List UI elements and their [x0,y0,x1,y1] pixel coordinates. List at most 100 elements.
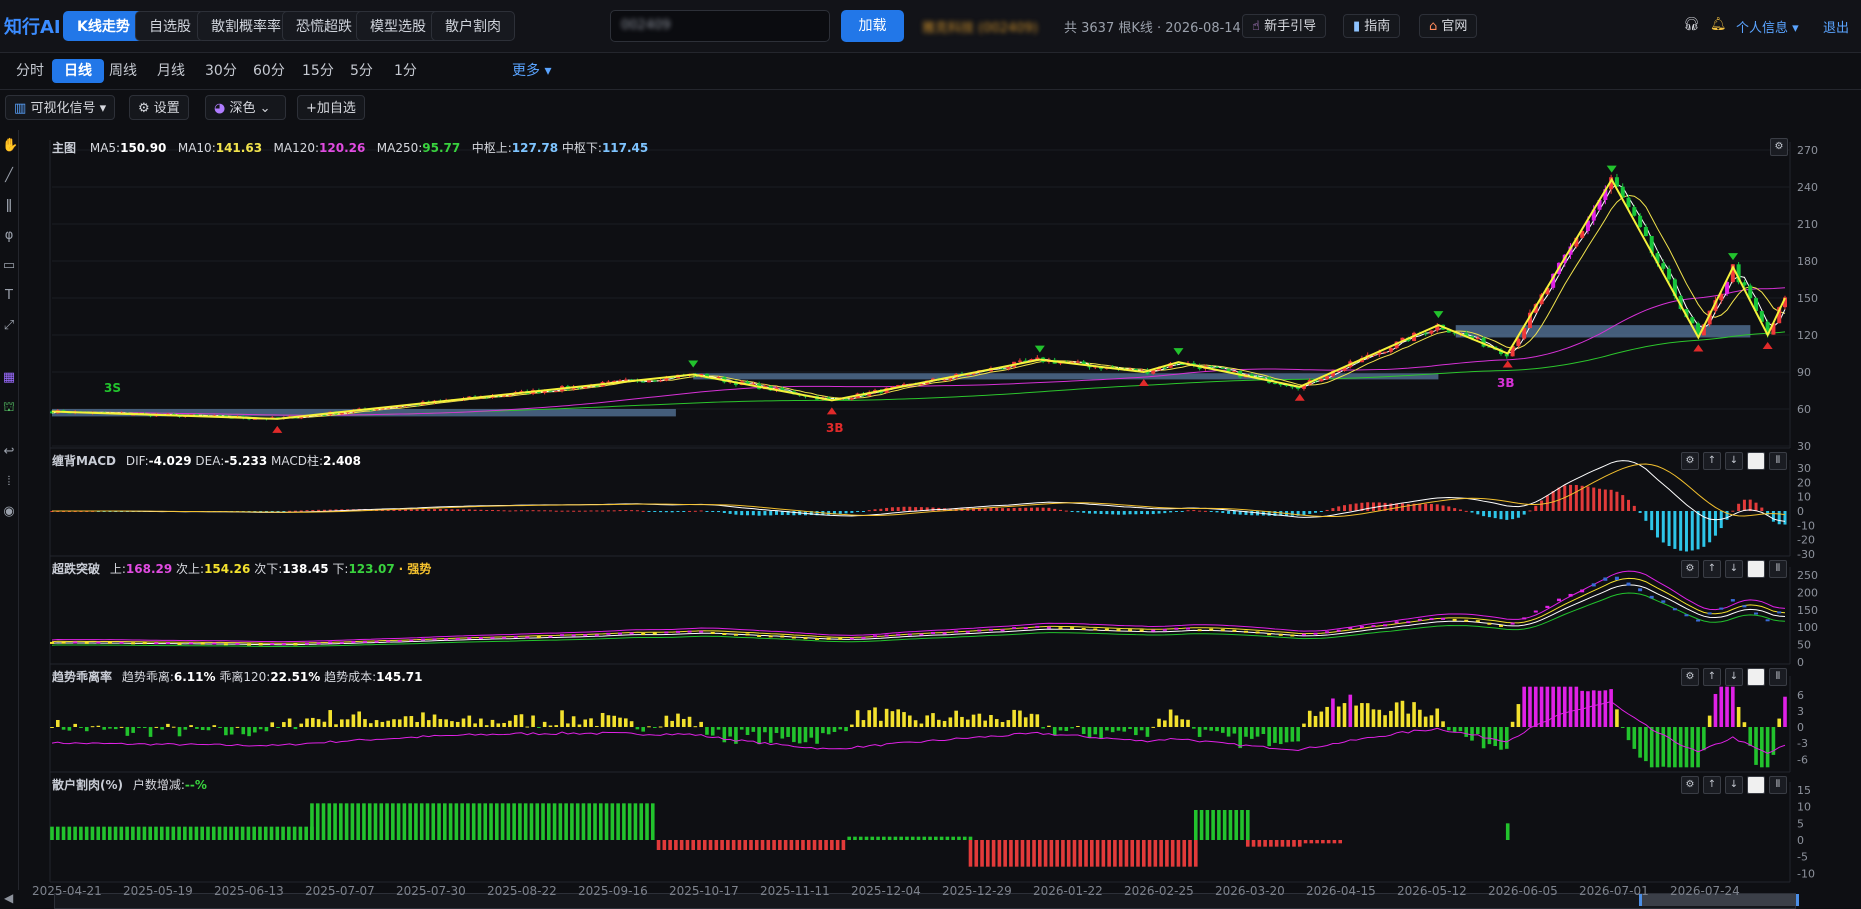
maximize-icon[interactable] [1747,668,1765,686]
close-panel-icon[interactable]: ⦀ [1769,776,1787,794]
bias-bar [415,721,419,727]
breakout-candle [733,633,738,636]
macd-histogram-bar [1035,507,1039,511]
retail-bar [1280,840,1285,847]
retail-bar [1020,840,1025,867]
y-tick-label: 200 [1797,586,1818,599]
retail-bar [61,826,66,840]
bias-bar [218,727,222,728]
breakout-candle [1035,625,1040,628]
move-up-icon[interactable]: ↑ [1703,668,1721,686]
buy-signal-marker [1693,344,1704,352]
bias-bar [1296,727,1300,742]
bias-bar [1528,686,1532,727]
bias-bar [844,727,848,732]
move-down-icon[interactable]: ↓ [1725,668,1743,686]
retail-bar [986,840,990,867]
bias-bar [768,727,773,743]
breakout-candle [803,637,808,640]
y-tick-label: 3 [1797,705,1804,718]
gear-icon[interactable]: ⚙ [1681,452,1699,470]
macd-histogram-bar [1319,511,1323,512]
move-down-icon[interactable]: ↓ [1725,776,1743,794]
bias-bar [334,724,338,727]
breakout-candle [212,642,217,645]
breakout-candle [432,638,437,641]
macd-histogram-bar [1059,509,1063,511]
macd-histogram-bar [612,510,616,512]
candle-body [1632,207,1637,216]
candle-body [1661,263,1666,269]
breakout-candle [896,633,901,636]
x-axis-date: 2025-11-11 [760,884,830,898]
maximize-icon[interactable] [1747,776,1765,794]
retail-bar [968,836,973,840]
gear-icon[interactable]: ⚙ [1681,776,1699,794]
macd-histogram-bar [635,510,639,512]
bias-bar [363,719,367,727]
breakout-candle [884,634,889,637]
move-down-icon[interactable]: ↓ [1725,560,1743,578]
maximize-icon[interactable] [1747,452,1765,470]
move-up-icon[interactable]: ↑ [1703,560,1721,578]
bias-bar [224,727,228,736]
bias-bar [305,718,309,727]
gear-icon[interactable]: ⚙ [1681,668,1699,686]
macd-histogram-bar [404,509,408,511]
x-axis-date: 2025-09-16 [578,884,648,898]
y-tick-label: 150 [1797,604,1818,617]
bias-bar [1134,727,1138,736]
retail-bar [541,803,545,840]
candle-body [1272,382,1277,384]
macd-histogram-bar [1325,509,1329,511]
retail-bar [1009,840,1013,867]
retail-bar [1141,840,1146,867]
macd-histogram-bar [525,510,529,512]
bias-bar [571,716,576,727]
bias-bar [560,710,564,727]
close-panel-icon[interactable]: ⦀ [1769,668,1787,686]
macd-histogram-bar [647,511,651,512]
retail-bar [945,836,950,840]
second-upper-line [51,577,1786,644]
macd-histogram-bar [1609,489,1613,511]
bias-bar [664,715,669,727]
bias-bar [1012,709,1016,727]
breakout-candle [1603,577,1608,581]
bias-bar [374,720,379,727]
move-down-icon[interactable]: ↓ [1725,452,1743,470]
ma10-value: 141.63 [215,141,263,155]
macd-histogram-bar [1250,511,1254,516]
retail-bar [298,826,303,840]
bias-bar [166,723,170,727]
bias-bar [1290,727,1295,742]
main-panel-settings-button[interactable]: ⚙ [1770,138,1788,156]
move-up-icon[interactable]: ↑ [1703,776,1721,794]
close-panel-icon[interactable]: ⦀ [1769,452,1787,470]
macd-histogram-bar [531,510,535,512]
scroll-left-icon[interactable]: ◀ [4,891,13,905]
bias-bar [513,715,518,727]
dif-value: -4.029 [148,454,192,468]
x-axis-date: 2025-12-04 [851,884,921,898]
gear-icon[interactable]: ⚙ [1681,560,1699,578]
move-up-icon[interactable]: ↑ [1703,452,1721,470]
retail-bar [1193,840,1198,867]
maximize-icon[interactable] [1747,560,1765,578]
close-panel-icon[interactable]: ⦀ [1769,560,1787,578]
macd-histogram-bar [838,511,842,514]
bias-bar [994,719,999,727]
bias-bar [1441,721,1445,727]
y-tick-label: 0 [1797,834,1804,847]
macd-histogram-bar [1041,507,1045,511]
bias120-value: 22.51% [270,670,321,684]
retail-bar [454,803,459,840]
retail-bar [991,840,996,867]
breakout-candle [1498,624,1503,627]
bias-bar [508,720,512,727]
macd-histogram-bar [1621,495,1625,511]
retail-bar [1257,840,1262,847]
bias-bar [1609,689,1613,727]
bias-bar [426,720,431,727]
retail-bar [1014,840,1019,867]
